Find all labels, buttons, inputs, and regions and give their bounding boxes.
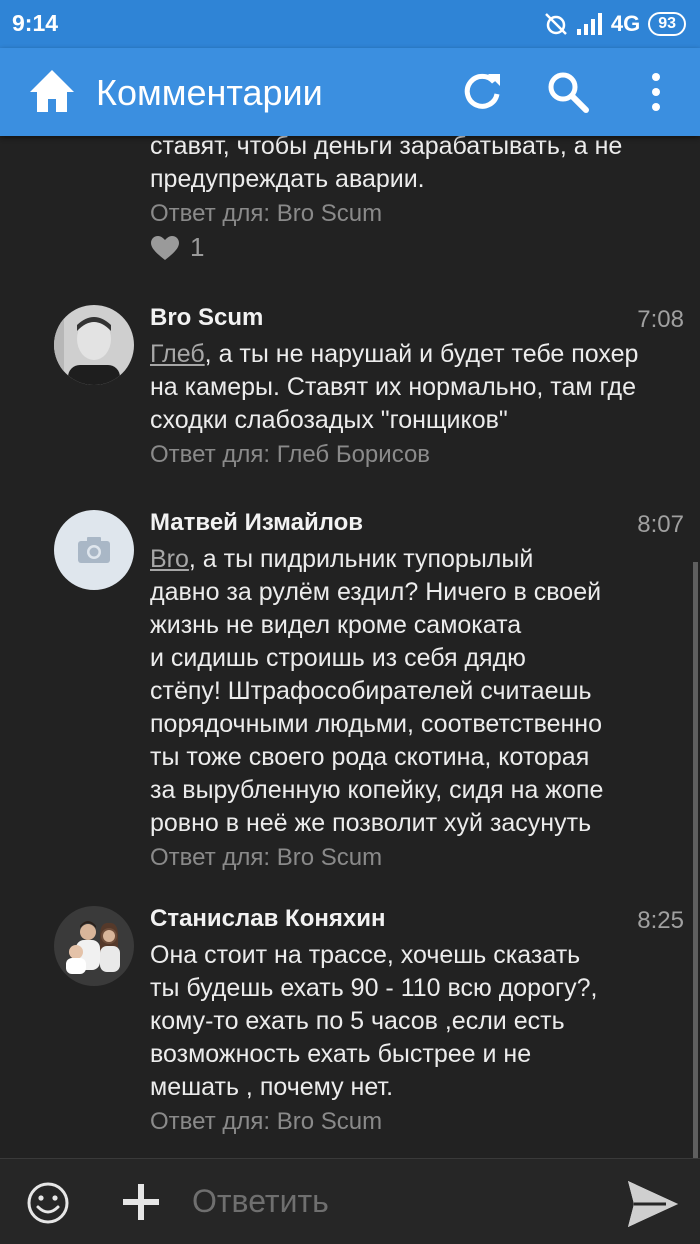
comment-text-line: стёпу! Штрафособирателей считаешь <box>150 677 592 705</box>
comment-author[interactable]: Станислав Коняхин <box>150 905 385 933</box>
emoji-icon[interactable] <box>26 1181 70 1225</box>
like-button[interactable]: 1 <box>150 232 204 263</box>
comment-text-line: ты тоже своего рода скотина, которая <box>150 743 590 771</box>
comment-text-line: Она стоит на трассе, хочешь сказать <box>150 941 581 969</box>
comment-item: Bro Scum 7:08 Глеб, а ты не нарушай и бу… <box>0 302 700 482</box>
comment-time: 7:08 <box>637 306 684 333</box>
reply-to-label[interactable]: Ответ для: Bro Scum <box>150 1106 690 1138</box>
avatar[interactable] <box>54 510 134 590</box>
comment-text-line: кому-то ехать по 5 часов ,если есть <box>150 1007 565 1035</box>
network-type: 4G <box>610 11 641 36</box>
mention-link[interactable]: Глеб <box>150 340 205 368</box>
comment-item: ставят, чтобы деньги зарабатывать, а не … <box>0 136 700 276</box>
comment-author[interactable]: Матвей Измайлов <box>150 509 363 537</box>
status-time: 9:14 <box>12 10 59 36</box>
mention-link[interactable]: Bro <box>150 545 189 573</box>
comment-text-line: за вырубленную копейку, сидя на жопе <box>150 776 604 804</box>
comment-text-line: порядочными людьми, соответственно <box>150 710 602 738</box>
comment-text-line: давно за рулём ездил? Ничего в своей <box>150 578 602 606</box>
comment-text-line: на камеры. Ставят их нормально, там где <box>150 373 636 401</box>
comment-time: 8:07 <box>637 511 684 538</box>
comment-text-line: возможность ехать быстрее и не <box>150 1040 532 1068</box>
home-icon[interactable] <box>28 68 76 114</box>
comment-item: Станислав Коняхин 8:25 Она стоит на трас… <box>0 903 700 1143</box>
status-bar: 9:14 4G 93 <box>0 0 700 48</box>
comment-text-line: и сидишь строишь из себя дядю <box>150 644 526 672</box>
comment-text-line: Глеб, а ты не нарушай и будет тебе похер <box>150 340 639 368</box>
comments-list[interactable]: ставят, чтобы деньги зарабатывать, а не … <box>0 136 700 1158</box>
comment-text-line: ты будешь ехать 90 - 110 всю дорогу?, <box>150 974 598 1002</box>
status-indicators: 4G 93 <box>543 9 686 39</box>
reply-to-label[interactable]: Ответ для: Bro Scum <box>150 198 690 230</box>
like-count: 1 <box>190 232 205 262</box>
more-options-icon[interactable] <box>634 70 678 114</box>
reply-to-label[interactable]: Ответ для: Глеб Борисов <box>150 439 690 471</box>
comment-text-line: Bro, а ты пидрильник тупорылый <box>150 545 534 573</box>
avatar[interactable] <box>54 906 134 986</box>
comment-text-line: ровно в неё же позволит хуй засунуть <box>150 809 592 837</box>
page-title: Комментарии <box>96 72 323 113</box>
comment-author[interactable]: Bro Scum <box>150 304 263 332</box>
comment-text-line: предупреждать аварии. <box>150 165 425 193</box>
alarm-muted-icon <box>544 13 567 35</box>
battery-level: 93 <box>648 12 686 36</box>
comment-text-line: жизнь не видел кроме самоката <box>150 611 522 639</box>
reply-to-label[interactable]: Ответ для: Bro Scum <box>150 842 690 874</box>
heart-icon <box>151 235 179 260</box>
comment-time: 8:25 <box>637 907 684 934</box>
refresh-icon[interactable] <box>460 70 504 114</box>
send-icon[interactable] <box>626 1179 680 1229</box>
reply-input[interactable] <box>192 1177 582 1225</box>
app-bar: Комментарии <box>0 48 700 136</box>
signal-icon <box>576 13 602 35</box>
comment-text-line: мешать , почему нет. <box>150 1073 394 1101</box>
reply-composer <box>0 1158 700 1244</box>
search-icon[interactable] <box>546 70 590 114</box>
comment-text-line: сходки слабозадых "гонщиков" <box>150 406 508 434</box>
scrollbar[interactable] <box>693 562 698 1158</box>
comment-item: Матвей Измайлов 8:07 Bro, а ты пидрильни… <box>0 507 700 877</box>
avatar[interactable] <box>54 305 134 385</box>
add-attachment-icon[interactable] <box>120 1181 162 1223</box>
comment-text-line: ставят, чтобы деньги зарабатывать, а не <box>150 136 623 160</box>
